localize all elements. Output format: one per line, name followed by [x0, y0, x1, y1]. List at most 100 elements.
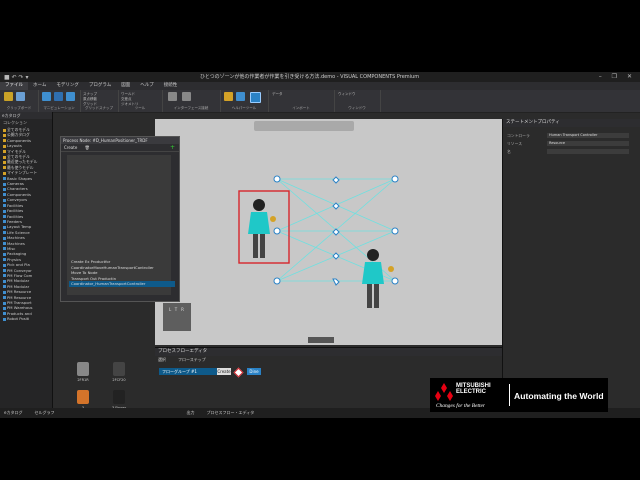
status-tab-catalog[interactable]: eカタログ [4, 410, 22, 415]
brand-tagline: Automating the World [514, 391, 604, 401]
statement-list: Create Ex Productfor CoordinatorMoveHuman… [69, 259, 175, 287]
dir-right[interactable]: R [181, 307, 188, 312]
folder-icon [3, 306, 6, 310]
folder-icon [3, 312, 6, 316]
ribbon-group-connect: インターフェース接続 [162, 90, 221, 112]
flow-decision-icon[interactable] [233, 367, 244, 378]
ecatalog-title: eカタログ [0, 112, 52, 119]
catalog-item-label: PM Flow Com [7, 272, 33, 278]
catalog-item-label: Basic Shapes [7, 175, 33, 181]
catalog-item-label: Layout Temp [7, 224, 32, 230]
trash-icon[interactable]: 🗑 [85, 145, 90, 150]
folder-icon [3, 150, 6, 154]
ribbon-group-helper: ヘルパーツール [220, 90, 269, 112]
create-button[interactable]: Create [64, 145, 77, 150]
scene-canvas[interactable] [155, 119, 502, 345]
collection-tree: 全てのモデル 公開カタログ Components Layouts マイモデル 全てのモデル… [0, 127, 52, 322]
window-controls[interactable]: – ❐ ✕ [599, 72, 636, 82]
status-tab-processflow[interactable]: プロセスフロー・エディタ [206, 410, 254, 415]
process-node-toolbar: Create 🗑 + [61, 144, 179, 152]
company-line-2: ELECTRIC [456, 388, 486, 395]
human-worker-1[interactable] [248, 199, 276, 258]
catalog-item[interactable]: Robot Positi [3, 316, 52, 321]
properties-title: ステートメントプロパティ [503, 119, 640, 127]
folder-icon [3, 128, 6, 132]
asset-tile[interactable]: 3 Finger [104, 390, 134, 410]
add-icon[interactable]: + [170, 144, 175, 151]
tab-connectivity[interactable]: 接続性 [159, 82, 183, 90]
folder-icon [3, 204, 6, 208]
status-tab-cellgraph[interactable]: セルグラフ [34, 410, 54, 415]
layout-icon[interactable] [250, 92, 261, 103]
catalog-item-label: Feeders [7, 218, 22, 224]
folder-icon [3, 139, 6, 143]
paste-icon[interactable] [4, 92, 13, 101]
ribbon-group-manipulation: マニピュレーション [38, 90, 81, 112]
ribbon-group-grid: スナップ 原点移動 グリッド グリッドスナップ [80, 90, 119, 112]
copy-icon[interactable] [16, 92, 25, 101]
flow-tab-select[interactable]: 選択 [158, 357, 166, 362]
viewport-toolbar[interactable] [254, 121, 354, 131]
asset-tile[interactable]: 2FR1R [68, 362, 98, 382]
ecatalog-panel: eカタログ コレクション 全てのモデル 公開カタログ Components Layou… [0, 112, 53, 408]
move-icon[interactable] [54, 92, 63, 101]
flow-step-dine[interactable]: Dine [247, 368, 261, 375]
tab-file[interactable]: ファイル [0, 82, 28, 90]
catalog-item-label: 最近使ったモデル [7, 159, 38, 165]
catalog-item-label: Layouts [7, 143, 22, 149]
ribbon-group-clipboard: クリップボード [0, 90, 39, 112]
prop-value-controller[interactable]: Human Transport Controller [547, 133, 629, 138]
ribbon-group-label: ツール [134, 106, 146, 110]
folder-icon [3, 231, 6, 235]
connect-icon[interactable] [168, 92, 177, 101]
prop-value-name[interactable] [547, 149, 629, 154]
3d-viewport[interactable]: LTR [155, 119, 502, 345]
ribbon-group-label: ヘルパーツール [231, 106, 257, 110]
flow-group-item[interactable]: フローグループ #1 [159, 368, 222, 375]
tab-drawing[interactable]: 図面 [116, 82, 135, 90]
flow-step-create[interactable]: Create [217, 368, 231, 375]
catalog-item-label: マイテンプレート [7, 170, 38, 176]
catalog-item-label: 最も使うモデル [7, 164, 34, 170]
prop-value-resource[interactable]: Resource [547, 141, 629, 146]
window-option[interactable]: ウィンドウ [338, 92, 356, 97]
asset-tile[interactable]: 3 [68, 390, 98, 410]
tab-modeling[interactable]: モデリング [51, 82, 84, 90]
tab-help[interactable]: ヘルプ [135, 82, 159, 90]
status-tab-output[interactable]: 出力 [186, 410, 194, 415]
ribbon-tabs: ファイル ホーム モデリング プログラム 図面 ヘルプ 接続性 [0, 82, 640, 90]
flow-tab-step[interactable]: フローステップ [178, 357, 206, 362]
asset-thumbnail [113, 390, 125, 404]
catalog-item-label: Pick and Pla [7, 262, 30, 268]
measure-icon[interactable] [224, 92, 233, 101]
folder-icon [3, 198, 6, 202]
data-option[interactable]: データ [272, 92, 283, 97]
folder-icon [3, 317, 6, 321]
direction-labels: LTR [169, 307, 188, 312]
process-node-editor: Process Node: #D_HumanPositioner_TRDF Cr… [60, 136, 180, 302]
catalog-item-label: Characters [7, 186, 28, 192]
interface-icon[interactable] [182, 92, 191, 101]
asset-tile[interactable]: 2FCF20 [104, 362, 134, 382]
tab-home[interactable]: ホーム [28, 82, 51, 90]
asset-thumbnail [113, 362, 125, 376]
select-icon[interactable] [42, 92, 51, 101]
folder-icon [3, 182, 6, 186]
node-bar-bottom [308, 337, 334, 343]
brand-divider [509, 384, 510, 406]
prop-label-controller: コントローラ [507, 133, 530, 138]
dimension-icon[interactable] [236, 92, 245, 101]
folder-icon [3, 160, 6, 164]
statement-item[interactable]: Coordinator_HumanTransportController [69, 281, 175, 287]
folder-icon [3, 171, 6, 175]
tab-program[interactable]: プログラム [84, 82, 116, 90]
folder-icon [3, 279, 6, 283]
ribbon-group-label: クリップボード [6, 106, 32, 110]
catalog-item-label: Components [7, 191, 32, 197]
catalog-item-label: Machines [7, 240, 25, 246]
folder-icon [3, 133, 6, 137]
folder-icon [3, 209, 6, 213]
rotate-icon[interactable] [66, 92, 75, 101]
ribbon-group-label: インターフェース接続 [173, 106, 209, 110]
asset-thumbnail [77, 390, 89, 404]
